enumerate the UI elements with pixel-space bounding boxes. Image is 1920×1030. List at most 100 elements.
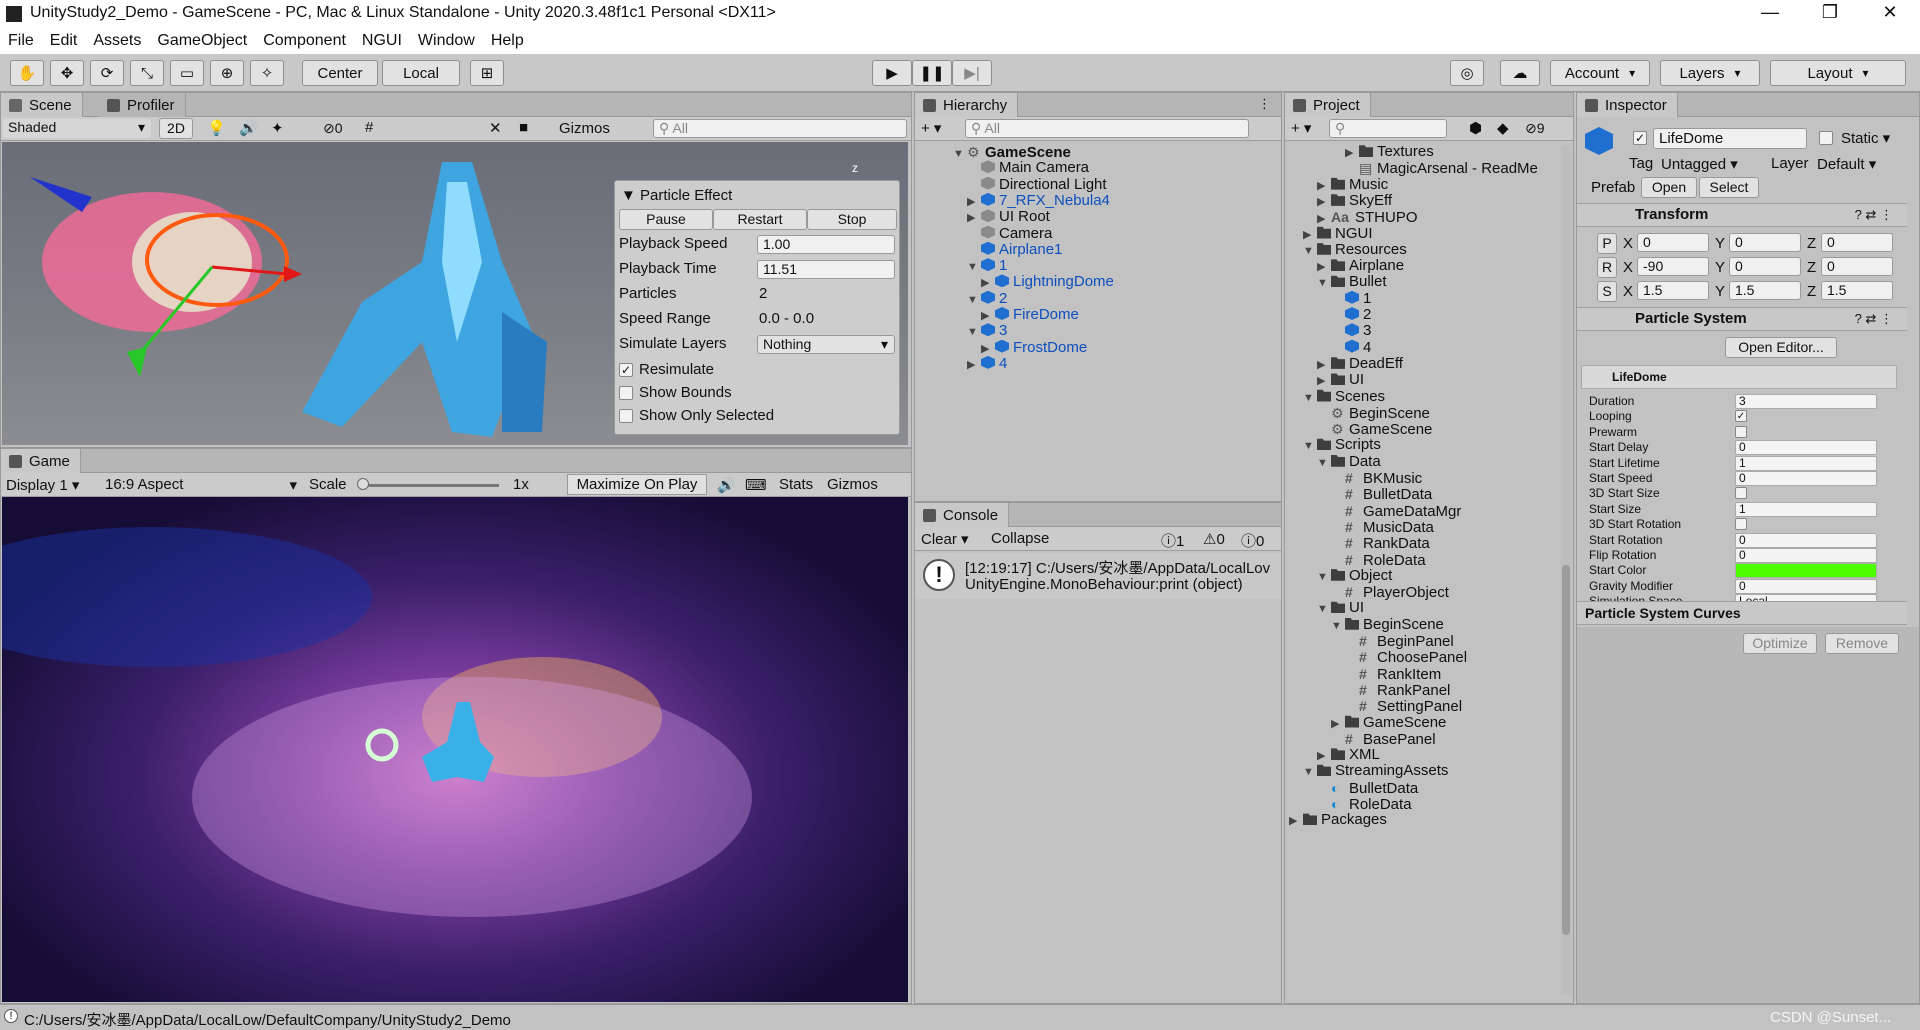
expand-arrow-icon[interactable]: ▶ bbox=[1289, 811, 1303, 831]
ps-prop-checkbox[interactable] bbox=[1735, 518, 1747, 531]
expand-arrow-icon[interactable]: ▼ bbox=[953, 144, 967, 164]
pivot-local-button[interactable]: Local bbox=[382, 60, 460, 86]
expand-arrow-icon[interactable]: ▼ bbox=[1303, 388, 1317, 408]
tab-inspector[interactable]: Inspector bbox=[1577, 93, 1678, 117]
transform-x-field[interactable]: -90 bbox=[1637, 257, 1709, 276]
aspect-dropdown[interactable]: 16:9 Aspect ▾ bbox=[105, 476, 297, 494]
close-icon[interactable]: ✕ bbox=[1860, 2, 1920, 23]
hand-tool-icon[interactable]: ✋ bbox=[10, 60, 44, 86]
expand-arrow-icon[interactable]: ▼ bbox=[1303, 241, 1317, 261]
move-tool-icon[interactable]: ✥ bbox=[50, 60, 84, 86]
stop-effect-button[interactable]: Stop bbox=[807, 209, 897, 230]
pause-effect-button[interactable]: Pause bbox=[619, 209, 713, 230]
menu-window[interactable]: Window bbox=[418, 32, 475, 50]
layers-dropdown[interactable]: Layers bbox=[1660, 60, 1760, 86]
create-button[interactable]: + ▾ bbox=[921, 119, 941, 137]
lighting-icon[interactable]: 💡 bbox=[207, 119, 226, 137]
2d-toggle[interactable]: 2D bbox=[159, 118, 193, 139]
grid-icon[interactable]: # bbox=[365, 119, 373, 136]
transform-z-field[interactable]: 0 bbox=[1821, 233, 1893, 252]
step-button[interactable]: ▶| bbox=[952, 60, 992, 86]
static-dropdown[interactable]: Static ▾ bbox=[1841, 129, 1890, 147]
expand-arrow-icon[interactable]: ▼ bbox=[967, 257, 981, 277]
ps-prop-field[interactable]: 3 bbox=[1735, 394, 1877, 409]
custom-tool-icon[interactable]: ✧ bbox=[250, 60, 284, 86]
restart-effect-button[interactable]: Restart bbox=[713, 209, 807, 230]
active-checkbox[interactable]: ✓ bbox=[1633, 131, 1647, 145]
scene-search-input[interactable]: ⚲ All bbox=[653, 119, 907, 138]
gameobject-name-field[interactable]: LifeDome bbox=[1653, 128, 1807, 149]
game-gizmos-dropdown[interactable]: Gizmos bbox=[827, 476, 878, 493]
transform-tool-icon[interactable]: ⊕ bbox=[210, 60, 244, 86]
menu-help[interactable]: Help bbox=[491, 32, 524, 50]
optimize-button[interactable]: Optimize bbox=[1743, 633, 1817, 654]
maximize-on-play-toggle[interactable]: Maximize On Play bbox=[567, 474, 707, 495]
panel-menu-icon[interactable]: ⋮ bbox=[1258, 96, 1271, 112]
search-by-type-icon[interactable]: ⬢ bbox=[1469, 119, 1482, 137]
collab-icon[interactable]: ◎ bbox=[1450, 60, 1484, 86]
ps-prop-checkbox[interactable]: ✓ bbox=[1735, 410, 1747, 423]
project-create-button[interactable]: + ▾ bbox=[1291, 119, 1311, 137]
expand-arrow-icon[interactable]: ▼ bbox=[1317, 453, 1331, 473]
hierarchy-item[interactable]: ▶ 4 bbox=[967, 354, 1007, 374]
tab-scene[interactable]: Scene bbox=[1, 93, 83, 117]
error-count-toggle[interactable]: ⓘ0 bbox=[1241, 530, 1264, 551]
clear-button[interactable]: Clear ▾ bbox=[921, 530, 969, 548]
tab-game[interactable]: Game bbox=[1, 449, 81, 473]
tools-icon[interactable]: ✕ bbox=[489, 119, 502, 137]
layer-dropdown[interactable]: Default ▾ bbox=[1817, 155, 1876, 173]
expand-arrow-icon[interactable]: ▼ bbox=[1317, 599, 1331, 619]
game-viewport[interactable] bbox=[2, 497, 908, 1002]
expand-arrow-icon[interactable]: ▼ bbox=[1317, 273, 1331, 293]
open-editor-button[interactable]: Open Editor... bbox=[1725, 337, 1837, 358]
tab-project[interactable]: Project bbox=[1285, 93, 1371, 117]
expand-arrow-icon[interactable]: ▼ bbox=[967, 290, 981, 310]
rotate-tool-icon[interactable]: ⟳ bbox=[90, 60, 124, 86]
ps-prop-field[interactable]: 1 bbox=[1735, 501, 1877, 517]
warning-count-toggle[interactable]: ⚠0 bbox=[1203, 530, 1225, 548]
transform-row-label[interactable]: P bbox=[1597, 233, 1617, 254]
effects-icon[interactable]: ✦ bbox=[271, 119, 284, 137]
tag-dropdown[interactable]: Untagged ▾ bbox=[1661, 155, 1738, 173]
hierarchy-search-input[interactable]: ⚲ All bbox=[965, 119, 1249, 138]
transform-x-field[interactable]: 0 bbox=[1637, 233, 1709, 252]
scale-slider[interactable] bbox=[359, 484, 499, 487]
ps-prop-field[interactable]: 1 bbox=[1735, 455, 1877, 471]
module-header[interactable]: LifeDome bbox=[1581, 365, 1897, 389]
cloud-icon[interactable]: ☁ bbox=[1500, 60, 1540, 86]
minimize-icon[interactable]: — bbox=[1740, 2, 1800, 23]
scene-viewport[interactable]: z ▼ Particle Effect Pause Restart Stop P… bbox=[2, 142, 908, 445]
playback-time-field[interactable]: 11.51 bbox=[757, 260, 895, 279]
ps-prop-field[interactable]: 0 bbox=[1735, 440, 1877, 456]
expand-arrow-icon[interactable]: ▼ bbox=[967, 322, 981, 342]
audio-icon[interactable]: 🔊 bbox=[239, 119, 258, 137]
resimulate-checkbox[interactable]: ✓ bbox=[619, 363, 633, 377]
expand-arrow-icon[interactable]: ▼ bbox=[1303, 762, 1317, 782]
play-button[interactable]: ▶ bbox=[872, 60, 912, 86]
menu-edit[interactable]: Edit bbox=[50, 32, 78, 50]
menu-assets[interactable]: Assets bbox=[93, 32, 141, 50]
show-bounds-checkbox[interactable] bbox=[619, 386, 633, 400]
expand-arrow-icon[interactable]: ▼ bbox=[1303, 436, 1317, 456]
transform-y-field[interactable]: 1.5 bbox=[1729, 281, 1801, 300]
log-count-toggle[interactable]: ⓘ1 bbox=[1161, 530, 1184, 551]
search-by-label-icon[interactable]: ◆ bbox=[1497, 119, 1509, 137]
ps-prop-field[interactable]: 0 bbox=[1735, 532, 1877, 548]
menu-component[interactable]: Component bbox=[263, 32, 346, 50]
menu-file[interactable]: File bbox=[8, 32, 34, 50]
expand-arrow-icon[interactable]: ▼ bbox=[1317, 567, 1331, 587]
remove-button[interactable]: Remove bbox=[1825, 633, 1899, 654]
camera-icon[interactable]: ■ bbox=[519, 119, 528, 136]
menu-ngui[interactable]: NGUI bbox=[362, 32, 402, 50]
expand-arrow-icon[interactable]: ▼ bbox=[1331, 616, 1345, 636]
scale-slider-handle[interactable] bbox=[357, 478, 369, 490]
grid-snap-icon[interactable]: ⊞ bbox=[470, 60, 504, 86]
expand-arrow-icon[interactable]: ▶ bbox=[967, 355, 981, 375]
start-color-swatch[interactable] bbox=[1735, 563, 1877, 579]
playback-speed-field[interactable]: 1.00 bbox=[757, 235, 895, 254]
status-path[interactable]: C:/Users/安冰墨/AppData/LocalLow/DefaultCom… bbox=[24, 1009, 511, 1030]
gizmos-dropdown[interactable]: Gizmos bbox=[559, 120, 610, 137]
menu-gameobject[interactable]: GameObject bbox=[157, 32, 247, 50]
transform-z-field[interactable]: 1.5 bbox=[1821, 281, 1893, 300]
transform-row-label[interactable]: S bbox=[1597, 281, 1617, 302]
